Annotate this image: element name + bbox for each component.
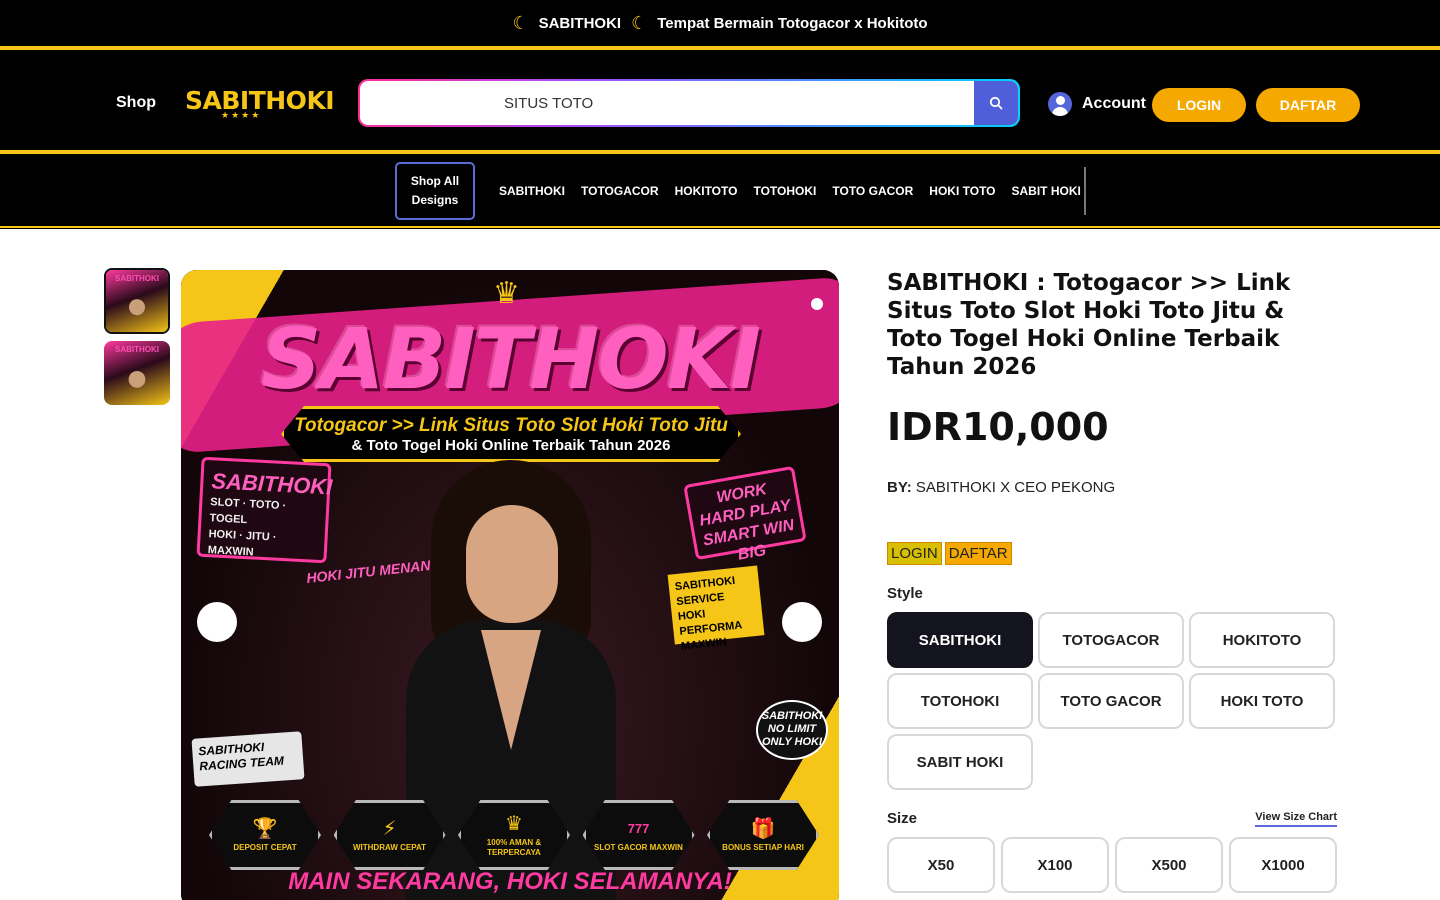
moon-icon: ☾ (512, 12, 529, 33)
thumbnail-title: SABITHOKI (115, 345, 159, 354)
account-link[interactable]: Account (1048, 92, 1146, 116)
announcement-brand: SABITHOKI (538, 14, 622, 32)
lightning-icon: ⚡ (382, 817, 397, 840)
account-icon (1048, 92, 1072, 116)
nav-divider (1084, 167, 1086, 215)
product-page: SABITHOKI SABITHOKI ♛ SABITHOKI Totogaco… (0, 229, 1440, 900)
style-options: SABITHOKI TOTOGACOR HOKITOTO TOTOHOKI TO… (887, 612, 1337, 790)
hero-footer: MAIN SEKARANG, HOKI SELAMANYA! (288, 868, 732, 895)
thumbnail-title: SABITHOKI (115, 274, 159, 283)
search-icon (989, 96, 1003, 110)
product-tags: LOGIN DAFTAR (887, 542, 1337, 565)
badge-aman: ♛ 100% AMAN & TERPERCAYA (458, 800, 570, 870)
view-size-chart-link[interactable]: View Size Chart (1255, 811, 1337, 827)
product-image: ♛ SABITHOKI Totogacor >> Link Situs Toto… (181, 270, 839, 900)
style-option-totohoki[interactable]: TOTOHOKI (887, 673, 1033, 729)
badge-withdraw: ⚡ WITHDRAW CEPAT (333, 800, 446, 870)
login-button[interactable]: LOGIN (1152, 88, 1246, 122)
account-label: Account (1082, 95, 1146, 112)
size-options: X50 X100 X500 X1000 (887, 837, 1337, 893)
trophy-icon: 🏆 (252, 817, 278, 840)
daftar-button[interactable]: DAFTAR (1256, 88, 1360, 122)
slot-icon: 777 (627, 820, 650, 836)
style-option-toto-gacor[interactable]: TOTO GACOR (1038, 673, 1184, 729)
nav-item-hokitoto[interactable]: HOKITOTO (667, 184, 746, 198)
product-byline: BY: SABITHOKI X CEO PEKONG (887, 479, 1337, 496)
hero-left-sign: SABITHOKI SLOT · TOTO · TOGEL HOKI · JIT… (196, 456, 333, 564)
nav-item-sabithoki[interactable]: SABITHOKI (491, 184, 573, 198)
gift-icon: 🎁 (750, 817, 776, 840)
hero-badges: 🏆 DEPOSIT CEPAT ⚡ WITHDRAW CEPAT ♛ 100% … (209, 800, 819, 870)
style-option-hokitoto[interactable]: HOKITOTO (1189, 612, 1335, 668)
hero-title: SABITHOKI (260, 310, 761, 408)
next-image-button[interactable] (782, 602, 822, 642)
crown-icon: ♛ (505, 812, 523, 835)
tag-login[interactable]: LOGIN (887, 542, 942, 565)
style-label: Style (887, 585, 923, 602)
search-button[interactable] (974, 81, 1018, 125)
size-option-x50[interactable]: X50 (887, 837, 995, 893)
nav-items: SABITHOKI TOTOGACOR HOKITOTO TOTOHOKI TO… (491, 156, 1089, 226)
product-info: SABITHOKI : Totogacor >> Link Situs Toto… (887, 269, 1337, 893)
hero-yellow-sign: SABITHOKI SERVICE HOKI PERFORMA MAXWIN (667, 565, 765, 653)
search-bar (358, 79, 1020, 127)
byline-label: BY: (887, 479, 912, 496)
product-price: IDR10,000 (887, 405, 1109, 449)
announcement-tagline: Tempat Bermain Totogacor x Hokitoto (657, 14, 928, 32)
product-thumbnail-2[interactable]: SABITHOKI (104, 341, 170, 405)
size-option-x1000[interactable]: X1000 (1229, 837, 1337, 893)
site-logo[interactable]: SABITHOKI ★★★★ (185, 86, 335, 130)
slide-indicator-dot[interactable] (811, 298, 823, 310)
size-option-x100[interactable]: X100 (1001, 837, 1109, 893)
nav-item-sabit-hoki[interactable]: SABIT HOKI (1004, 184, 1089, 198)
site-header: Shop SABITHOKI ★★★★ Account LOGIN DAFTAR (0, 50, 1440, 150)
badge-slot: 777 SLOT GACOR MAXWIN (582, 800, 695, 870)
nav-item-toto-gacor[interactable]: TOTO GACOR (824, 184, 921, 198)
tag-daftar[interactable]: DAFTAR (944, 542, 1012, 565)
nav-item-hoki-toto[interactable]: HOKI TOTO (921, 184, 1003, 198)
style-option-sabit-hoki[interactable]: SABIT HOKI (887, 734, 1033, 790)
style-option-hoki-toto[interactable]: HOKI TOTO (1189, 673, 1335, 729)
crown-icon: ♛ (493, 277, 520, 310)
previous-image-button[interactable] (197, 602, 237, 642)
category-nav: Shop All Designs SABITHOKI TOTOGACOR HOK… (0, 156, 1440, 226)
size-label: Size (887, 810, 918, 827)
size-option-x500[interactable]: X500 (1115, 837, 1223, 893)
hero-racing-sign: SABITHOKI RACING TEAM (191, 731, 305, 787)
hero-banner-line1: Totogacor >> Link Situs Toto Slot Hoki T… (294, 414, 728, 436)
search-input[interactable] (360, 81, 974, 125)
nav-item-totogacor[interactable]: TOTOGACOR (573, 184, 667, 198)
announcement-bar: ☾ SABITHOKI ☾ Tempat Bermain Totogacor x… (0, 0, 1440, 46)
byline-value: SABITHOKI X CEO PEKONG (915, 479, 1116, 496)
badge-deposit: 🏆 DEPOSIT CEPAT (209, 800, 321, 870)
left-sign-line2: HOKI · JITU · MAXWIN (207, 528, 277, 559)
moon-icon: ☾ (631, 12, 648, 33)
product-title: SABITHOKI : Totogacor >> Link Situs Toto… (887, 270, 1291, 380)
product-thumbnail-1[interactable]: SABITHOKI (104, 268, 170, 334)
style-option-totogacor[interactable]: TOTOGACOR (1038, 612, 1184, 668)
nav-item-totohoki[interactable]: TOTOHOKI (745, 184, 824, 198)
style-option-sabithoki[interactable]: SABITHOKI (887, 612, 1033, 668)
hero-nolimit-badge: SABITHOKI NO LIMIT ONLY HOKI (756, 700, 828, 760)
shop-link[interactable]: Shop (116, 94, 156, 112)
badge-bonus: 🎁 BONUS SETIAP HARI (707, 800, 819, 870)
shop-all-designs-button[interactable]: Shop All Designs (395, 162, 475, 220)
